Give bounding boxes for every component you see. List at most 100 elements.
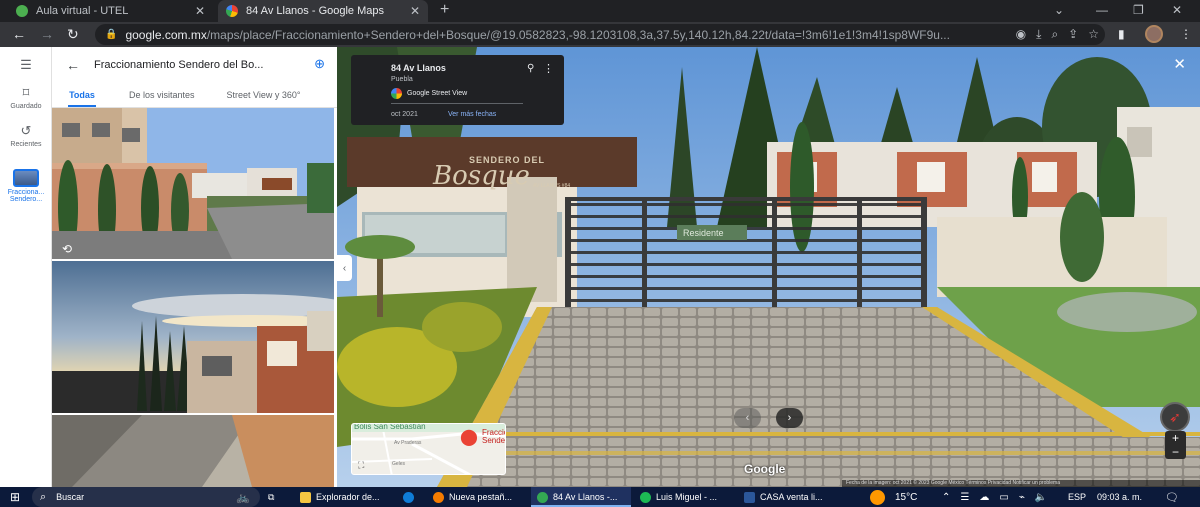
- place-thumbnail: [13, 169, 39, 187]
- forward-arrow-icon[interactable]: →: [40, 26, 54, 42]
- recent-label: Recientes: [10, 141, 42, 148]
- close-tab-icon[interactable]: ✕: [410, 4, 420, 18]
- search-highlight-icon: 🚲: [236, 491, 250, 504]
- browser-toolbar: ← → ↻ 🔒 google.com.mx/maps/place/Fraccio…: [0, 22, 1200, 47]
- app-label: Luis Miguel - ...: [656, 492, 718, 502]
- system-tray: ⌃ ☰ ☁ ▭ ⌁ 🔈: [942, 487, 1047, 507]
- taskbar-app-word[interactable]: CASA venta li...: [744, 487, 823, 507]
- share-icon[interactable]: ⇪: [1068, 27, 1078, 42]
- battery-icon[interactable]: ▭: [999, 492, 1008, 503]
- cloud-icon[interactable]: ☁: [979, 492, 989, 503]
- back-arrow-icon[interactable]: ←: [12, 26, 26, 42]
- url-host: google.com.mx: [125, 27, 207, 42]
- close-window-icon[interactable]: ✕: [1172, 3, 1182, 17]
- tab-google-maps[interactable]: 84 Av Llanos - Google Maps ✕: [218, 0, 428, 22]
- footer-text: Fecha de la imagen: oct 2021 © 2023 Goog…: [846, 480, 1060, 486]
- photo-tile[interactable]: [52, 415, 334, 487]
- app-label: Explorador de...: [316, 492, 380, 502]
- minimize-icon[interactable]: —: [1096, 3, 1108, 17]
- search-icon: ⌕: [40, 490, 47, 503]
- street-view-viewer[interactable]: SENDERO DEL Bosque AV LLANOS #84 Residen…: [337, 47, 1200, 487]
- location-pin-icon[interactable]: ⚲: [527, 63, 534, 74]
- network-icon[interactable]: ⌁: [1019, 492, 1025, 503]
- compass-icon[interactable]: ➶: [1160, 402, 1190, 432]
- url-path: /maps/place/Fraccionamiento+Sendero+del+…: [206, 27, 950, 42]
- app-label: 84 Av Llanos -...: [553, 492, 618, 502]
- wifi-icon[interactable]: ☰: [960, 492, 969, 503]
- panel-title: Fraccionamiento Sendero del Bo...: [94, 58, 264, 71]
- recent-place-item[interactable]: Fracciona... Sendero...: [0, 169, 52, 203]
- collapse-panel-icon[interactable]: ‹: [337, 255, 352, 281]
- clock[interactable]: 09:03 a. m.: [1097, 487, 1142, 507]
- panel-header: ← Fraccionamiento Sendero del Bo... ⊕: [52, 47, 337, 82]
- language-indicator[interactable]: ESP: [1068, 487, 1086, 507]
- restore-icon[interactable]: ❐: [1133, 3, 1144, 17]
- windows-taskbar: ⊞ ⌕ Buscar 🚲 ⧉ Explorador de... Nueva pe…: [0, 487, 1200, 507]
- tab-street-view[interactable]: Street View y 360°: [227, 82, 301, 107]
- photo-tabs: Todas De los visitantes Street View y 36…: [52, 82, 337, 108]
- tab-search-icon[interactable]: ⌄: [1054, 3, 1064, 17]
- recent-button[interactable]: ↺ Recientes: [0, 123, 52, 148]
- add-photo-icon[interactable]: ⊕: [314, 56, 325, 72]
- saved-label: Guardado: [10, 103, 42, 110]
- photo-tile[interactable]: ⟲: [52, 108, 334, 259]
- mini-map-area: Bolis San Sebastián: [354, 423, 426, 431]
- start-button[interactable]: ⊞: [10, 487, 20, 507]
- task-view-icon[interactable]: ⧉: [268, 487, 274, 507]
- word-icon: [744, 491, 755, 503]
- browser-tab-strip: Aula virtual - UTEL ✕ 84 Av Llanos - Goo…: [0, 0, 1200, 22]
- weather-widget[interactable]: 15°C: [870, 487, 917, 507]
- google-lens-icon[interactable]: ◉: [1016, 27, 1026, 42]
- move-back-arrow-icon[interactable]: ‹: [734, 408, 761, 428]
- zoom-out-button[interactable]: −: [1165, 445, 1186, 459]
- street-photo-3: [52, 415, 334, 487]
- expand-map-icon[interactable]: ⛶: [358, 460, 364, 471]
- side-panel-icon[interactable]: ▮: [1118, 27, 1125, 41]
- edge-icon: [403, 491, 414, 503]
- move-forward-arrow-icon[interactable]: ›: [776, 408, 803, 428]
- street-view-info-card: 84 Av Llanos Puebla Google Street View o…: [351, 55, 564, 125]
- temperature: 15°C: [895, 491, 918, 503]
- taskbar-app-explorer[interactable]: Explorador de...: [300, 487, 380, 507]
- menu-button[interactable]: ☰: [0, 57, 52, 75]
- provider-text: Google Street View: [407, 90, 468, 97]
- reload-icon[interactable]: ↻: [67, 26, 79, 43]
- taskbar-app-chrome-maps[interactable]: 84 Av Llanos -...: [531, 487, 631, 507]
- close-street-view-icon[interactable]: ✕: [1173, 55, 1186, 73]
- close-tab-icon[interactable]: ✕: [195, 4, 205, 18]
- taskbar-search[interactable]: ⌕ Buscar 🚲: [32, 487, 260, 507]
- taskbar-app-spotify[interactable]: Luis Miguel - ...: [640, 487, 717, 507]
- city-label: Puebla: [391, 76, 413, 83]
- tab-todas[interactable]: Todas: [68, 82, 96, 107]
- mini-map-street: Av Praderas: [394, 440, 422, 446]
- bookmark-star-icon[interactable]: ☆: [1088, 27, 1099, 42]
- back-arrow-icon[interactable]: ←: [66, 57, 80, 73]
- windows-logo-icon: ⊞: [10, 490, 21, 504]
- taskbar-app-edge[interactable]: [403, 487, 419, 507]
- weather-sun-icon: [870, 489, 885, 505]
- notifications-icon[interactable]: 🗨: [1165, 487, 1179, 507]
- new-tab-button[interactable]: +: [440, 1, 449, 19]
- maps-favicon-icon: [226, 5, 238, 17]
- more-dates-link[interactable]: Ver más fechas: [448, 111, 496, 118]
- zoom-in-button[interactable]: +: [1165, 431, 1186, 445]
- saved-button[interactable]: ⌑ Guardado: [0, 85, 52, 110]
- taskbar-app-chrome-newtab[interactable]: Nueva pestañ...: [433, 487, 512, 507]
- install-app-icon[interactable]: ⤓: [1036, 27, 1041, 42]
- zoom-icon[interactable]: ⌕: [1051, 27, 1058, 42]
- photo-tile[interactable]: [52, 261, 337, 413]
- profile-avatar[interactable]: [1145, 25, 1163, 43]
- place-label-2: Sendero...: [9, 196, 43, 203]
- more-menu-icon[interactable]: ⋮: [1180, 27, 1192, 41]
- tab-visitantes[interactable]: De los visitantes: [129, 82, 195, 107]
- tray-chevron-icon[interactable]: ⌃: [942, 492, 950, 503]
- tab-aula-virtual[interactable]: Aula virtual - UTEL ✕: [8, 0, 213, 22]
- mini-map[interactable]: Bolis San Sebastián Av Praderas Geles ⬤ …: [351, 423, 506, 475]
- google-watermark: Google: [744, 462, 786, 476]
- mini-map-place: Fraccio Sendero: [482, 428, 506, 445]
- more-options-icon[interactable]: ⋮: [543, 62, 554, 75]
- address-bar[interactable]: 🔒 google.com.mx/maps/place/Fraccionamien…: [95, 24, 1105, 45]
- photos-panel: ← Fraccionamiento Sendero del Bo... ⊕ To…: [52, 47, 337, 487]
- volume-icon[interactable]: 🔈: [1035, 492, 1047, 503]
- chrome-icon: [433, 491, 444, 503]
